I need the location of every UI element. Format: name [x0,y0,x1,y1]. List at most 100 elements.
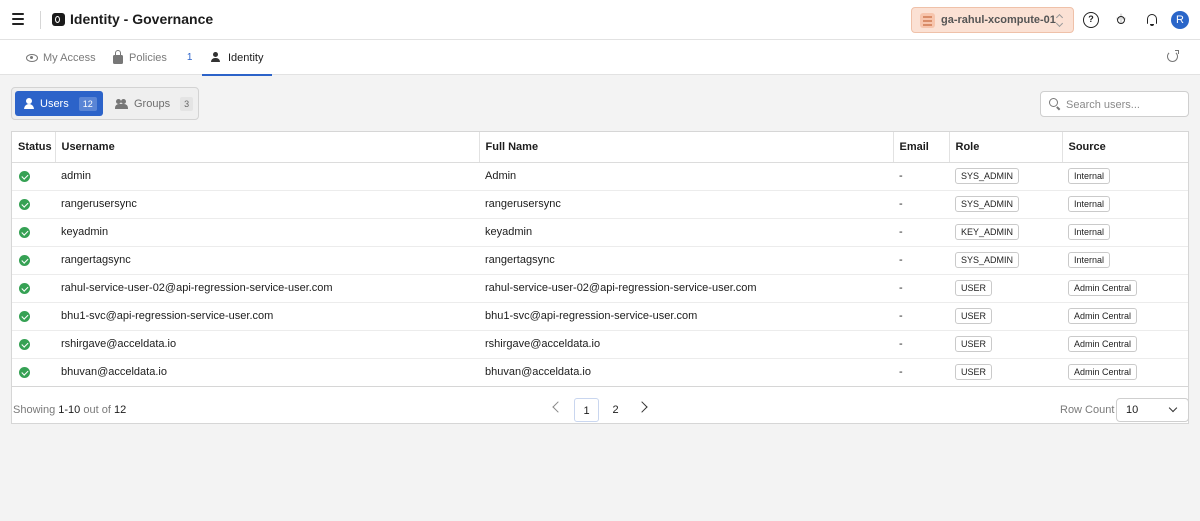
top-bar: Identity - Governance ga-rahul-xcompute-… [0,0,1200,40]
row-count-label: Row Count [1060,404,1115,416]
showing-summary: Showing 1-10 out of 12 [13,404,126,416]
full-name-cell: bhuvan@acceldata.io [485,366,591,379]
previous-page-chevron-icon[interactable] [552,401,564,413]
tab-label: Identity [228,51,264,64]
table-row[interactable]: bhuvan@acceldata.io bhuvan@acceldata.io … [12,358,1188,386]
status-cell [12,358,55,386]
environment-selector[interactable]: ga-rahul-xcompute-01 [911,7,1074,33]
full-name-cell: rahul-service-user-02@api-regression-ser… [479,274,893,303]
tab-my-access[interactable]: My Access [26,40,96,75]
app-logo-icon [52,13,65,26]
status-cell [12,218,55,247]
hamburger-menu-icon[interactable] [12,13,24,27]
source-cell: Internal [1062,162,1188,191]
source-cell: Internal [1062,246,1188,275]
email-cell: - [893,190,949,219]
role-cell: USER [949,330,1062,359]
role-cell: KEY_ADMIN [949,218,1062,247]
column-header-source[interactable]: Source [1062,132,1188,163]
source-cell: Internal [1062,190,1188,219]
search-input[interactable] [1066,96,1184,113]
email-cell: - [893,246,949,275]
status-cell [12,162,55,191]
group-icon [115,98,128,109]
table-row[interactable]: rangerusersync rangerusersync - SYS_ADMI… [12,190,1188,219]
page-2-button[interactable]: 2 [603,398,628,422]
showing-out-of: out of [83,404,111,416]
tab-bar: My Access Policies 1 Identity [0,40,1200,76]
status-cell [12,246,55,275]
source-tag: Admin Central [1068,308,1138,324]
role-cell: USER [949,302,1062,331]
column-header-full-name[interactable]: Full Name [479,132,894,163]
username-cell: rangertagsync [55,246,479,275]
role-cell: USER [949,358,1062,386]
refresh-icon[interactable] [1167,50,1179,62]
source-tag: Internal [1068,224,1111,240]
username-cell: admin [55,162,479,191]
source-tag: Internal [1068,252,1111,268]
full-name-cell: rangerusersync [479,190,893,219]
column-header-username[interactable]: Username [55,132,480,163]
status-cell [12,274,55,303]
table-header-row: Status Username Full Name Email Role Sou… [12,132,1188,163]
table-row[interactable]: admin Admin - SYS_ADMIN Internal [12,162,1188,191]
chevron-updown-icon [1057,14,1064,27]
status-active-icon [19,282,30,294]
status-cell [12,302,55,331]
users-segment-button[interactable]: Users 12 [15,91,103,116]
help-icon[interactable]: ? [1083,12,1099,28]
role-cell: SYS_ADMIN [949,162,1062,191]
full-name-cell: keyadmin [479,218,893,247]
username-cell: rahul-service-user-02@api-regression-ser… [55,274,479,303]
email-cell: - [893,274,949,303]
status-active-icon [19,198,30,210]
tab-policies[interactable]: Policies 1 [113,40,192,75]
column-header-email[interactable]: Email [893,132,950,163]
database-icon [920,13,935,28]
status-active-icon [19,254,30,266]
username-cell: bhu1-svc@api-regression-service-user.com [55,302,479,331]
table-row[interactable]: bhu1-svc@api-regression-service-user.com… [12,302,1188,331]
chevron-down-icon [1168,403,1178,413]
showing-prefix: Showing [13,404,56,416]
source-cell: Admin Central [1062,274,1188,303]
source-tag: Internal [1068,196,1111,212]
table-row[interactable]: rshirgave@acceldata.io rshirgave@accelda… [12,330,1188,359]
table-row[interactable]: rangertagsync rangertagsync - SYS_ADMIN … [12,246,1188,275]
groups-segment-button[interactable]: Groups 3 [112,91,196,116]
role-tag: USER [955,364,993,381]
page-1-button[interactable]: 1 [574,398,599,422]
divider [40,11,41,29]
theme-toggle-icon[interactable] [1113,8,1129,32]
notifications-bell-icon[interactable] [1144,12,1160,28]
lock-icon [113,49,123,64]
role-tag: KEY_ADMIN [955,224,1020,240]
source-tag: Internal [1068,168,1111,184]
status-active-icon [19,366,30,378]
row-count-select[interactable]: 10 [1116,398,1189,422]
full-name-cell: rangertagsync [479,246,893,275]
username-cell: rshirgave@acceldata.io [55,330,479,359]
column-header-status[interactable]: Status [12,132,56,163]
tab-label: My Access [43,51,96,64]
tab-identity[interactable]: Identity [201,40,274,76]
source-cell: Admin Central [1062,358,1188,386]
status-cell [12,330,55,359]
next-page-chevron-icon[interactable] [636,401,648,413]
source-tag: Admin Central [1068,280,1138,296]
column-header-role[interactable]: Role [949,132,1063,163]
role-cell: SYS_ADMIN [949,246,1062,275]
status-active-icon [19,226,30,238]
table-row[interactable]: rahul-service-user-02@api-regression-ser… [12,274,1188,303]
eye-icon [26,53,38,62]
table-row[interactable]: keyadmin keyadmin - KEY_ADMIN Internal [12,218,1188,247]
email-cell: - [893,218,949,247]
user-avatar[interactable]: R [1171,11,1189,29]
user-settings-icon [211,52,223,63]
app-title: Identity - Governance [70,11,214,27]
role-tag: SYS_ADMIN [955,168,1020,184]
role-tag: USER [955,280,993,296]
tab-count-badge: 1 [186,52,193,63]
email-cell: - [893,330,949,359]
